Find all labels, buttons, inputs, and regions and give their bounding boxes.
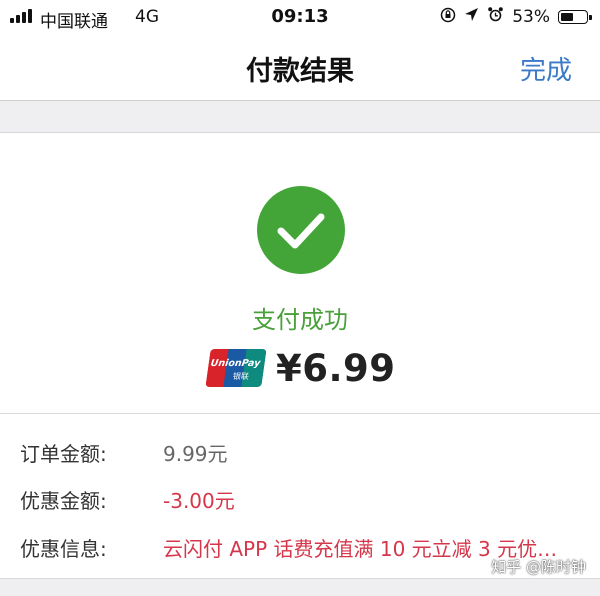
done-button[interactable]: 完成 bbox=[520, 50, 572, 87]
location-arrow-icon bbox=[464, 7, 479, 27]
status-right-group: 53% bbox=[440, 6, 592, 28]
order-amount-value: 9.99元 bbox=[163, 442, 228, 466]
navigation-bar: 付款结果 完成 bbox=[0, 34, 600, 100]
battery-tip bbox=[589, 15, 592, 20]
order-amount-label: 订单金额: bbox=[20, 442, 107, 466]
alarm-icon bbox=[487, 6, 504, 28]
status-bar: 中国联通 4G 09:13 53% bbox=[0, 0, 600, 34]
section-separator bbox=[0, 101, 600, 133]
discount-amount-value: -3.00元 bbox=[163, 489, 235, 513]
bottom-separator bbox=[0, 578, 600, 596]
orientation-lock-icon bbox=[440, 7, 456, 28]
discount-amount-row: 优惠金额: -3.00元 bbox=[0, 485, 600, 515]
page-title: 付款结果 bbox=[246, 56, 354, 87]
payment-status-text: 支付成功 bbox=[252, 306, 348, 334]
paid-amount: ¥6.99 bbox=[276, 346, 396, 390]
battery-icon bbox=[558, 10, 592, 24]
discount-amount-label: 优惠金额: bbox=[20, 489, 107, 513]
promo-info-label: 优惠信息: bbox=[20, 537, 107, 561]
success-check-icon bbox=[257, 186, 345, 274]
order-amount-row: 订单金额: 9.99元 bbox=[0, 438, 600, 468]
battery-percent: 53% bbox=[512, 7, 550, 27]
watermark-text: 知乎 @陈时钟 bbox=[491, 558, 586, 576]
unionpay-logo: UnionPay 银联 bbox=[205, 349, 267, 387]
amount-row: UnionPay 银联 ¥6.99 bbox=[205, 346, 396, 390]
details-divider bbox=[0, 413, 600, 414]
battery-fill bbox=[561, 13, 573, 21]
